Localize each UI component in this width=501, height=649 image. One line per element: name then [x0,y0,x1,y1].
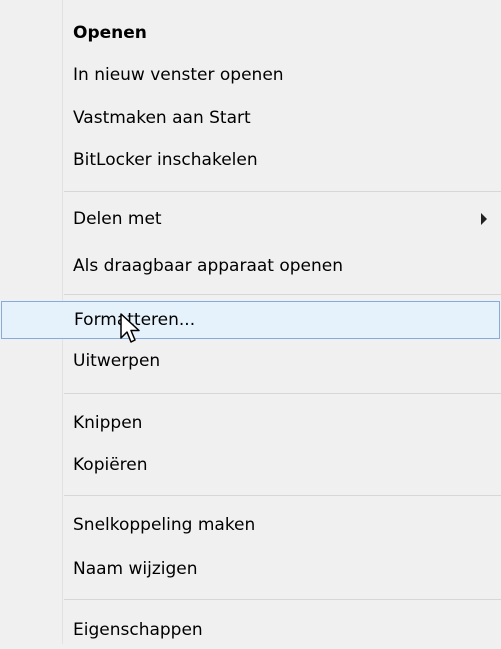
menu-item-format[interactable]: Formatteren... [1,301,500,339]
menu-item-label: Delen met [73,209,162,229]
menu-item-label: Openen [73,23,147,43]
menu-item-label: In nieuw venster openen [73,65,284,85]
menu-item-label: Knippen [73,413,143,433]
menu-item-copy[interactable]: Kopiëren [0,446,501,484]
menu-item-label: Naam wijzigen [73,559,198,579]
menu-item-label: Als draagbaar apparaat openen [73,256,344,276]
menu-item-label: Kopiëren [73,455,148,475]
menu-item-rename[interactable]: Naam wijzigen [0,550,501,588]
menu-separator [64,191,501,192]
menu-item-openen[interactable]: Openen [0,14,501,52]
menu-separator [64,599,501,600]
menu-item-open-as-portable-device[interactable]: Als draagbaar apparaat openen [0,247,501,285]
context-menu: Openen In nieuw venster openen Vastmaken… [0,0,501,644]
menu-item-label: Snelkoppeling maken [73,515,256,535]
menu-separator [64,294,501,295]
menu-separator [64,393,501,394]
menu-item-label: BitLocker inschakelen [73,150,258,170]
menu-item-open-new-window[interactable]: In nieuw venster openen [0,56,501,94]
menu-item-label: Uitwerpen [73,351,161,371]
menu-item-pin-to-start[interactable]: Vastmaken aan Start [0,99,501,137]
menu-item-label: Eigenschappen [73,620,203,640]
menu-item-eject[interactable]: Uitwerpen [0,342,501,380]
menu-item-label: Vastmaken aan Start [73,108,251,128]
menu-item-create-shortcut[interactable]: Snelkoppeling maken [0,506,501,544]
menu-item-cut[interactable]: Knippen [0,404,501,442]
chevron-right-icon [481,213,487,225]
mouse-pointer-icon [120,313,140,343]
menu-item-share-with[interactable]: Delen met [0,200,501,238]
menu-separator [64,495,501,496]
menu-item-properties[interactable]: Eigenschappen [0,611,501,649]
menu-item-bitlocker[interactable]: BitLocker inschakelen [0,141,501,179]
